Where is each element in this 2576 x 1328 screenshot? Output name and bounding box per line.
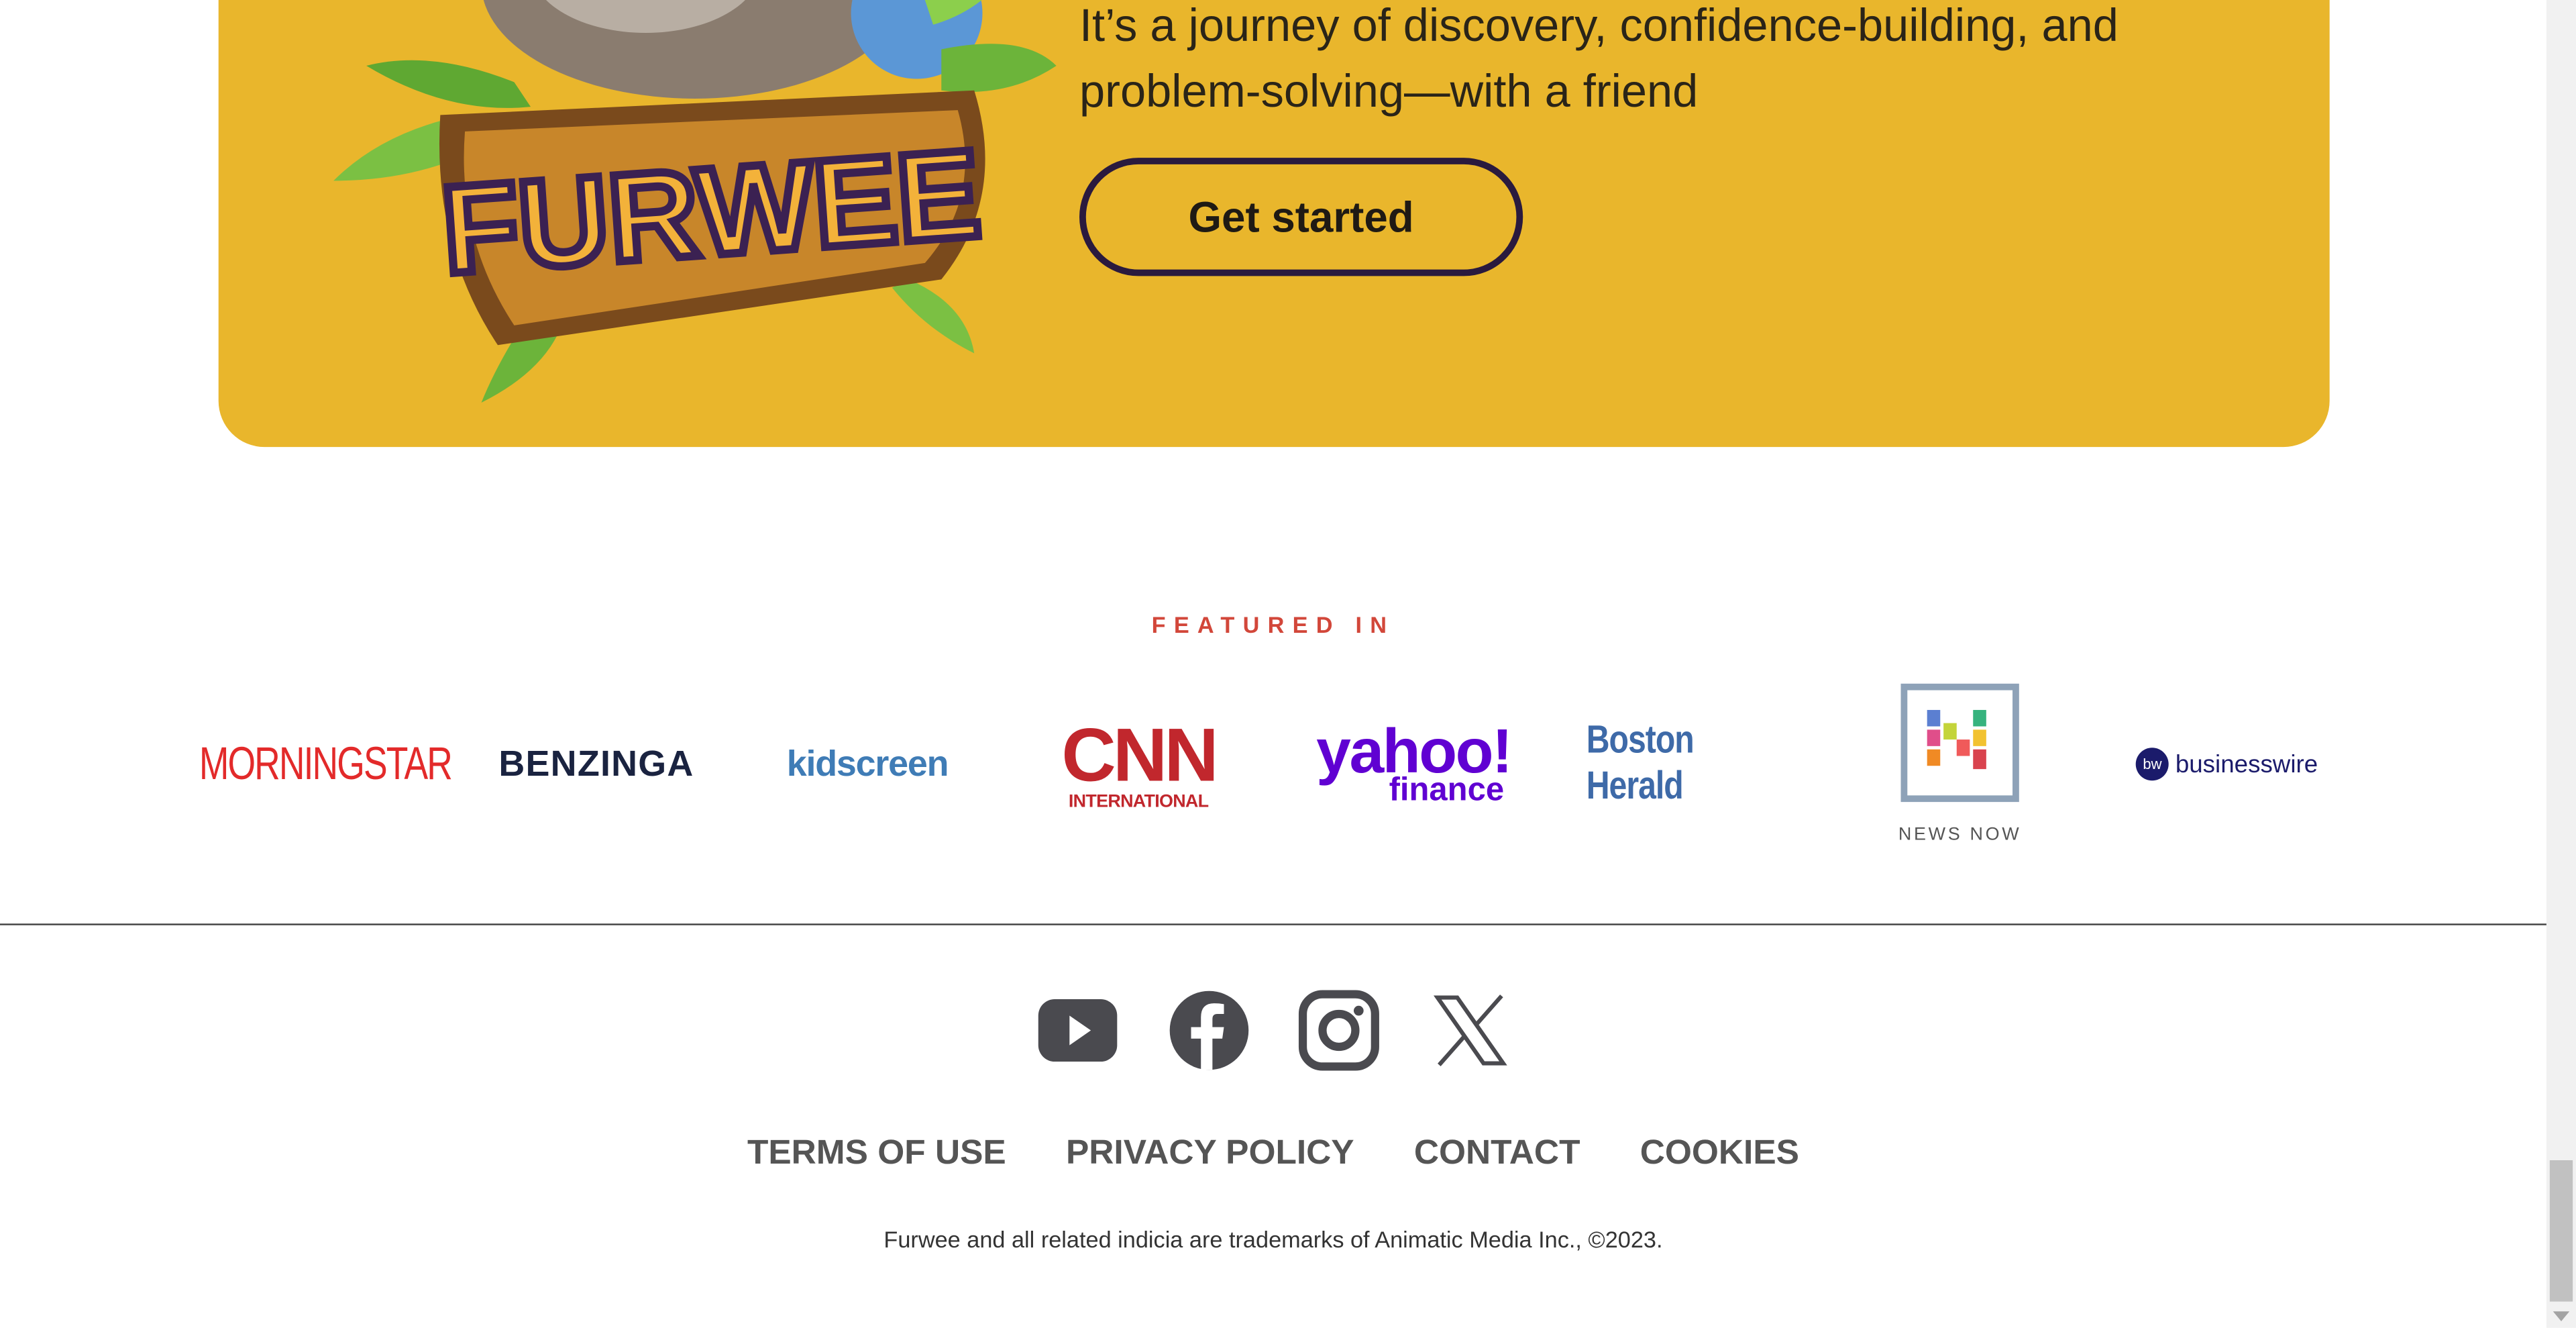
instagram-icon[interactable] <box>1298 989 1380 1071</box>
facebook-icon[interactable] <box>1168 989 1250 1071</box>
hero-description: It’s a journey of discovery, confidence-… <box>1079 0 2118 117</box>
privacy-policy-link[interactable]: PRIVACY POLICY <box>1066 1134 1354 1174</box>
footer-links: TERMS OF USE PRIVACY POLICY CONTACT COOK… <box>0 1134 2546 1174</box>
hero-banner: FURWEE It’s a journey of discovery, conf… <box>218 0 2330 448</box>
terms-of-use-link[interactable]: TERMS OF USE <box>747 1134 1006 1174</box>
contact-link[interactable]: CONTACT <box>1414 1134 1580 1174</box>
kidscreen-logo: kidscreen <box>786 742 949 784</box>
newsnow-logo: NEWS NOW <box>1853 666 2066 863</box>
yahoo-finance-logo: yahoo! finance <box>1295 666 1533 863</box>
cnn-international-logo: CNN INTERNATIONAL <box>1040 666 1237 863</box>
newsnow-icon <box>1900 683 2019 803</box>
page-scrollbar[interactable] <box>2546 0 2576 1328</box>
get-started-button[interactable]: Get started <box>1079 158 1523 276</box>
cnn-logo-sub: INTERNATIONAL <box>1068 792 1209 812</box>
newsnow-label: NEWS NOW <box>1898 825 2022 845</box>
businesswire-logo: bw businesswire <box>2133 666 2322 863</box>
copyright-text: Furwee and all related indicia are trade… <box>883 1225 1663 1253</box>
furwee-mascot-logo: FURWEE <box>333 0 1057 403</box>
x-twitter-icon[interactable] <box>1430 989 1511 1071</box>
cookies-link[interactable]: COOKIES <box>1640 1134 1799 1174</box>
social-links <box>0 989 2546 1071</box>
youtube-icon[interactable] <box>1036 989 1118 1071</box>
benzinga-logo: BENZINGA <box>498 742 694 784</box>
yahoo-logo-sub: finance <box>1389 772 1505 809</box>
cnn-logo-main: CNN <box>1061 711 1218 797</box>
footer-divider <box>0 923 2546 925</box>
businesswire-text: businesswire <box>2175 750 2318 778</box>
businesswire-badge-icon: bw <box>2136 748 2169 781</box>
featured-in-heading: FEATURED IN <box>1151 611 1395 638</box>
scroll-down-arrow-icon[interactable] <box>2553 1311 2570 1321</box>
scrollbar-thumb[interactable] <box>2549 1160 2573 1302</box>
featured-logos-row: MORNINGSTAR BENZINGA kidscreen CNN INTER… <box>199 666 2330 863</box>
morningstar-logo: MORNINGSTAR <box>199 737 453 789</box>
boston-herald-logo: Boston Herald <box>1586 718 1695 809</box>
